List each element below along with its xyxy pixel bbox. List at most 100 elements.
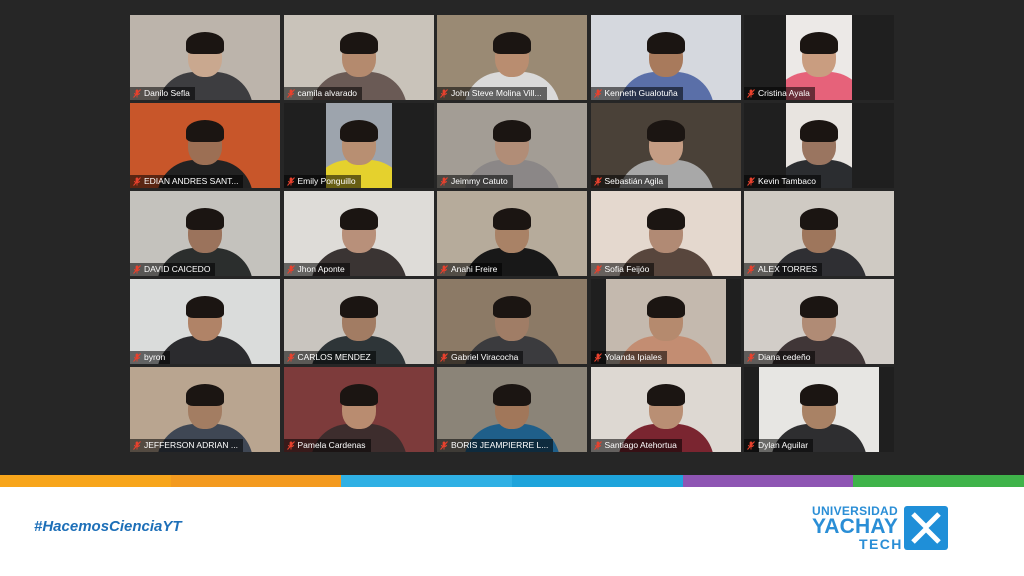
participant-name: camila alvarado: [297, 88, 358, 98]
participant-tile[interactable]: Gabriel Viracocha: [437, 279, 587, 364]
participant-name: Emily Ponguillo: [297, 176, 356, 186]
participant-grid: Danilo Sefla camila alvarado John Steve Mo…: [130, 15, 894, 452]
participant-nameplate: JEFFERSON ADRIAN ...: [130, 439, 243, 452]
participant-tile[interactable]: ALEX TORRES: [744, 191, 894, 276]
participant-hair: [800, 120, 838, 142]
participant-tile[interactable]: Jhon Aponte: [283, 191, 434, 276]
participant-hair: [493, 384, 531, 406]
participant-hair: [800, 384, 838, 406]
participant-hair: [186, 296, 224, 318]
participant-tile[interactable]: JEFFERSON ADRIAN ...: [130, 367, 280, 452]
microphone-muted-icon: [286, 353, 295, 362]
participant-tile[interactable]: Danilo Sefla: [130, 15, 280, 100]
participant-tile[interactable]: CARLOS MENDEZ: [283, 279, 434, 364]
participant-name: byron: [144, 352, 166, 362]
participant-nameplate: Sebastián Agila: [590, 175, 669, 188]
participant-name: Anahi Freire: [451, 264, 498, 274]
microphone-muted-icon: [593, 353, 602, 362]
participant-name: DAVID CAICEDO: [144, 264, 211, 274]
participant-name: Sebastián Agila: [604, 176, 664, 186]
participant-hair: [493, 208, 531, 230]
microphone-muted-icon: [133, 353, 141, 362]
participant-tile[interactable]: Dylan Aguilar: [744, 367, 894, 452]
microphone-muted-icon: [133, 265, 141, 274]
participant-tile[interactable]: Anahi Freire: [437, 191, 587, 276]
participant-name: Diana cedeño: [758, 352, 811, 362]
microphone-muted-icon: [286, 441, 295, 450]
participant-tile[interactable]: Kenneth Gualotuña: [590, 15, 741, 100]
participant-name: Jhon Aponte: [297, 264, 345, 274]
participant-nameplate: John Steve Molina Vill...: [437, 87, 547, 100]
microphone-muted-icon: [286, 177, 295, 186]
participant-tile[interactable]: Diana cedeño: [744, 279, 894, 364]
participant-hair: [186, 384, 224, 406]
participant-tile[interactable]: byron: [130, 279, 280, 364]
participant-name: Gabriel Viracocha: [451, 352, 519, 362]
participant-nameplate: Cristina Ayala: [744, 87, 815, 100]
participant-tile[interactable]: Sebastián Agila: [590, 103, 741, 188]
participant-name: BORIS JEAMPIERRE L...: [451, 440, 549, 450]
participant-tile[interactable]: Sofia Feijóo: [590, 191, 741, 276]
participant-hair: [186, 32, 224, 54]
microphone-muted-icon: [593, 265, 602, 274]
participant-hair: [339, 208, 378, 230]
participant-tile[interactable]: EDIAN ANDRES SANT...: [130, 103, 280, 188]
participant-nameplate: ALEX TORRES: [744, 263, 823, 276]
stripe-segment: [170, 475, 342, 487]
participant-name: ALEX TORRES: [758, 264, 818, 274]
participant-hair: [339, 384, 378, 406]
participant-tile[interactable]: DAVID CAICEDO: [130, 191, 280, 276]
participant-tile[interactable]: Jeimmy Catuto: [437, 103, 587, 188]
stripe-segment: [0, 475, 171, 487]
microphone-muted-icon: [593, 177, 602, 186]
participant-name: Kevin Tambaco: [758, 176, 816, 186]
logo-mark-icon: [911, 512, 941, 544]
participant-hair: [339, 120, 378, 142]
participant-tile[interactable]: BORIS JEAMPIERRE L...: [437, 367, 587, 452]
participant-nameplate: Santiago Atehortua: [590, 439, 682, 452]
participant-hair: [646, 120, 685, 142]
participant-name: Sofia Feijóo: [604, 264, 650, 274]
participant-nameplate: Diana cedeño: [744, 351, 816, 364]
participant-nameplate: EDIAN ANDRES SANT...: [130, 175, 244, 188]
participant-tile[interactable]: Kevin Tambaco: [744, 103, 894, 188]
participant-tile[interactable]: Yolanda Ipiales: [590, 279, 741, 364]
participant-hair: [800, 208, 838, 230]
participant-nameplate: Kevin Tambaco: [744, 175, 821, 188]
participant-hair: [186, 120, 224, 142]
participant-name: JEFFERSON ADRIAN ...: [144, 440, 238, 450]
participant-tile[interactable]: Pamela Cardenas: [283, 367, 434, 452]
participant-tile[interactable]: John Steve Molina Vill...: [437, 15, 587, 100]
participant-name: Cristina Ayala: [758, 88, 810, 98]
microphone-muted-icon: [286, 89, 295, 98]
participant-tile[interactable]: Emily Ponguillo: [283, 103, 434, 188]
microphone-muted-icon: [440, 265, 448, 274]
microphone-muted-icon: [133, 177, 141, 186]
participant-tile[interactable]: Cristina Ayala: [744, 15, 894, 100]
microphone-muted-icon: [133, 89, 141, 98]
yachay-tech-logo: UNIVERSIDAD YACHAY TECH: [812, 500, 952, 556]
microphone-muted-icon: [440, 353, 448, 362]
participant-name: Dylan Aguilar: [758, 440, 809, 450]
microphone-muted-icon: [747, 353, 755, 362]
hashtag-prefix: #Hacemos: [34, 518, 110, 535]
microphone-muted-icon: [593, 89, 602, 98]
participant-name: Pamela Cardenas: [297, 440, 366, 450]
stripe-segment: [853, 475, 1024, 487]
participant-tile[interactable]: Santiago Atehortua: [590, 367, 741, 452]
participant-nameplate: Jeimmy Catuto: [437, 175, 513, 188]
microphone-muted-icon: [440, 441, 448, 450]
participant-name: EDIAN ANDRES SANT...: [144, 176, 239, 186]
microphone-muted-icon: [440, 89, 448, 98]
participant-name: Danilo Sefla: [144, 88, 190, 98]
participant-hair: [493, 32, 531, 54]
participant-name: Kenneth Gualotuña: [604, 88, 678, 98]
participant-nameplate: Dylan Aguilar: [744, 439, 814, 452]
participant-nameplate: Kenneth Gualotuña: [590, 87, 683, 100]
participant-nameplate: Pamela Cardenas: [283, 439, 371, 452]
participant-name: Jeimmy Catuto: [451, 176, 508, 186]
participant-tile[interactable]: camila alvarado: [283, 15, 434, 100]
participant-hair: [339, 32, 378, 54]
participant-hair: [646, 208, 685, 230]
participant-nameplate: CARLOS MENDEZ: [283, 351, 376, 364]
